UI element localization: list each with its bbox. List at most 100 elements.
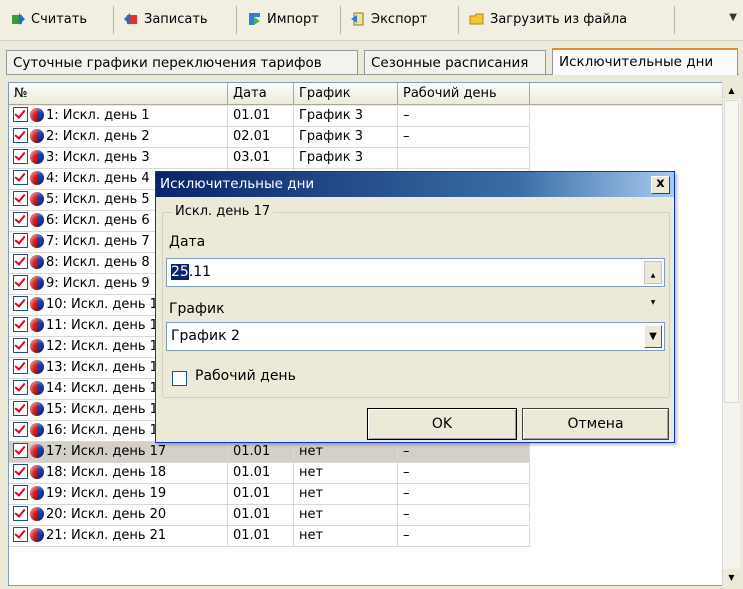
cancel-button[interactable]: Отмена bbox=[522, 408, 669, 440]
status-ball-icon bbox=[30, 527, 44, 542]
date-label: Дата bbox=[169, 234, 206, 250]
row-date[interactable]: 03.01 bbox=[228, 148, 294, 169]
toolbar-overflow-icon[interactable]: ▼ bbox=[729, 12, 737, 23]
row-checkbox[interactable] bbox=[13, 212, 28, 227]
table-row[interactable]: 17: Искл. день 17 01.01 нет – bbox=[9, 442, 722, 463]
row-checkbox[interactable] bbox=[13, 506, 28, 521]
table-row[interactable]: 21: Искл. день 21 01.01 нет – bbox=[9, 526, 722, 547]
ok-button[interactable]: OK bbox=[367, 408, 517, 440]
column-header-filler bbox=[530, 83, 722, 105]
row-name-cell[interactable]: 19: Искл. день 19 bbox=[9, 484, 228, 505]
row-checkbox[interactable] bbox=[13, 170, 28, 185]
scroll-up-icon[interactable]: ▲ bbox=[723, 82, 740, 99]
spin-down-icon[interactable]: ▼ bbox=[651, 289, 656, 316]
table-row[interactable]: 18: Искл. день 18 01.01 нет – bbox=[9, 463, 722, 484]
row-checkbox[interactable] bbox=[13, 233, 28, 248]
column-header-workday[interactable]: Рабочий день bbox=[398, 83, 530, 105]
row-date[interactable]: 01.01 bbox=[228, 463, 294, 484]
table-row[interactable]: 1: Искл. день 1 01.01 График 3– bbox=[9, 106, 722, 127]
workday-label[interactable]: Рабочий день bbox=[195, 368, 296, 384]
toolbar-separator bbox=[113, 6, 114, 34]
row-checkbox[interactable] bbox=[13, 317, 28, 332]
row-checkbox[interactable] bbox=[13, 149, 28, 164]
row-name-cell[interactable]: 17: Искл. день 17 bbox=[9, 442, 228, 463]
write-button[interactable]: Записать bbox=[117, 6, 216, 32]
row-date[interactable]: 01.01 bbox=[228, 106, 294, 127]
row-checkbox[interactable] bbox=[13, 485, 28, 500]
table-row[interactable]: 20: Искл. день 20 01.01 нет – bbox=[9, 505, 722, 526]
status-ball-icon bbox=[30, 275, 44, 290]
import-button[interactable]: Импорт bbox=[240, 6, 327, 32]
row-workday[interactable] bbox=[398, 148, 530, 169]
row-workday[interactable]: – bbox=[398, 442, 530, 463]
row-name-cell[interactable]: 20: Искл. день 20 bbox=[9, 505, 228, 526]
row-workday[interactable]: – bbox=[398, 127, 530, 148]
row-schedule[interactable]: График 3 bbox=[294, 106, 398, 127]
date-rest-part: .11 bbox=[188, 264, 212, 280]
row-checkbox[interactable] bbox=[13, 443, 28, 458]
close-icon[interactable]: x bbox=[651, 176, 670, 194]
row-workday[interactable]: – bbox=[398, 484, 530, 505]
tab-exception-days[interactable]: Исключительные дни bbox=[552, 48, 738, 75]
row-name: 20: Искл. день 20 bbox=[46, 507, 167, 522]
tab-season-schedules[interactable]: Сезонные расписания bbox=[364, 50, 546, 74]
row-schedule[interactable]: График 3 bbox=[294, 127, 398, 148]
row-name-cell[interactable]: 1: Искл. день 1 bbox=[9, 106, 228, 127]
row-checkbox[interactable] bbox=[13, 338, 28, 353]
row-workday[interactable]: – bbox=[398, 505, 530, 526]
row-schedule[interactable]: График 3 bbox=[294, 148, 398, 169]
row-checkbox[interactable] bbox=[13, 275, 28, 290]
load-from-file-button[interactable]: Загрузить из файла bbox=[463, 6, 635, 32]
row-date[interactable]: 01.01 bbox=[228, 484, 294, 505]
row-workday[interactable]: – bbox=[398, 463, 530, 484]
vertical-scrollbar[interactable]: ▲ ▼ bbox=[722, 82, 740, 586]
row-name-cell[interactable]: 21: Искл. день 21 bbox=[9, 526, 228, 547]
chevron-down-icon[interactable]: ▼ bbox=[644, 325, 662, 348]
row-checkbox[interactable] bbox=[13, 422, 28, 437]
row-name-cell[interactable]: 2: Искл. день 2 bbox=[9, 127, 228, 148]
row-date[interactable]: 02.01 bbox=[228, 127, 294, 148]
tab-daily-schedules[interactable]: Суточные графики переключения тарифов bbox=[6, 50, 358, 74]
status-ball-icon bbox=[30, 443, 44, 458]
row-schedule[interactable]: нет bbox=[294, 526, 398, 547]
column-header-schedule[interactable]: График bbox=[294, 83, 398, 105]
row-checkbox[interactable] bbox=[13, 107, 28, 122]
column-header-date[interactable]: Дата bbox=[228, 83, 294, 105]
date-field[interactable]: 25.11 ▲ ▼ bbox=[166, 258, 665, 306]
spin-up-icon[interactable]: ▲ bbox=[651, 262, 656, 289]
table-row[interactable]: 2: Искл. день 2 02.01 График 3– bbox=[9, 127, 722, 148]
export-button[interactable]: Экспорт bbox=[344, 6, 435, 32]
row-date[interactable]: 01.01 bbox=[228, 526, 294, 547]
row-checkbox[interactable] bbox=[13, 380, 28, 395]
exception-day-dialog: Исключительные дни x Искл. день 17 Дата … bbox=[155, 171, 675, 443]
row-checkbox[interactable] bbox=[13, 464, 28, 479]
read-button[interactable]: Считать bbox=[4, 6, 95, 32]
group-title: Искл. день 17 bbox=[172, 204, 274, 219]
row-schedule[interactable]: нет bbox=[294, 463, 398, 484]
row-checkbox[interactable] bbox=[13, 296, 28, 311]
row-checkbox[interactable] bbox=[13, 191, 28, 206]
row-checkbox[interactable] bbox=[13, 128, 28, 143]
row-checkbox[interactable] bbox=[13, 359, 28, 374]
row-schedule[interactable]: нет bbox=[294, 442, 398, 463]
row-checkbox[interactable] bbox=[13, 527, 28, 542]
dialog-title-bar[interactable]: Исключительные дни bbox=[156, 172, 674, 197]
schedule-select[interactable]: График 2 ▼ bbox=[166, 322, 665, 351]
scroll-thumb[interactable] bbox=[724, 100, 739, 403]
table-row[interactable]: 3: Искл. день 3 03.01 График 3 bbox=[9, 148, 722, 169]
column-header-number[interactable]: № bbox=[9, 83, 228, 105]
row-workday[interactable]: – bbox=[398, 106, 530, 127]
row-schedule[interactable]: нет bbox=[294, 484, 398, 505]
workday-checkbox[interactable] bbox=[172, 371, 187, 386]
table-row[interactable]: 19: Искл. день 19 01.01 нет – bbox=[9, 484, 722, 505]
row-date[interactable]: 01.01 bbox=[228, 505, 294, 526]
row-workday[interactable]: – bbox=[398, 526, 530, 547]
date-spinner[interactable]: ▲ ▼ bbox=[644, 261, 662, 306]
row-name-cell[interactable]: 3: Искл. день 3 bbox=[9, 148, 228, 169]
row-name-cell[interactable]: 18: Искл. день 18 bbox=[9, 463, 228, 484]
scroll-down-icon[interactable]: ▼ bbox=[723, 569, 740, 586]
row-checkbox[interactable] bbox=[13, 401, 28, 416]
row-checkbox[interactable] bbox=[13, 254, 28, 269]
row-schedule[interactable]: нет bbox=[294, 505, 398, 526]
row-date[interactable]: 01.01 bbox=[228, 442, 294, 463]
